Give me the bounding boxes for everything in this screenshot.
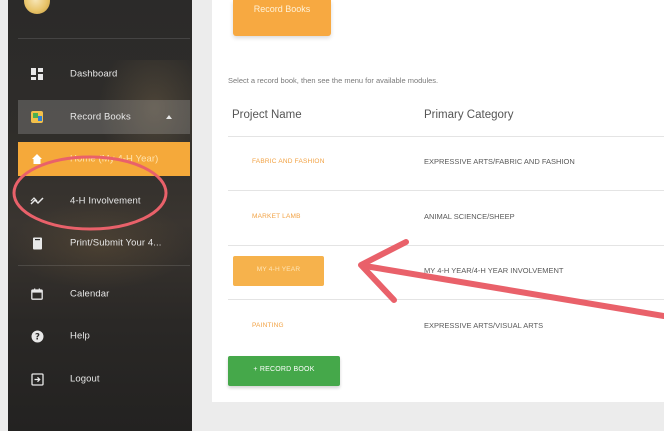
- record-books-button[interactable]: Record Books: [233, 0, 331, 36]
- avatar[interactable]: [24, 0, 50, 14]
- column-header-primary-category[interactable]: Primary Category: [424, 109, 513, 121]
- sidebar-item-logout[interactable]: Logout: [18, 362, 190, 396]
- sidebar-item-calendar[interactable]: Calendar: [18, 277, 190, 311]
- table-row-category: EXPRESSIVE ARTS/VISUAL ARTS: [424, 321, 544, 330]
- calendar-icon: [30, 287, 44, 301]
- sidebar-item-label: Dashboard: [70, 68, 118, 80]
- sidebar-item-label: Calendar: [70, 288, 110, 300]
- table-row-project-selected[interactable]: MY 4-H YEAR: [233, 256, 324, 286]
- app-screenshot: Dashboard Record Books Home (My 4-H Year…: [0, 0, 664, 431]
- sidebar-item-involvement[interactable]: 4-H Involvement: [18, 184, 190, 218]
- sidebar-divider: [18, 265, 190, 266]
- sidebar-item-home[interactable]: Home (My 4-H Year): [18, 142, 190, 176]
- sidebar-item-record-books[interactable]: Record Books: [18, 100, 190, 134]
- sidebar-item-label: 4-H Involvement: [70, 195, 141, 207]
- row-divider: [228, 136, 664, 137]
- sidebar: Dashboard Record Books Home (My 4-H Year…: [8, 0, 192, 431]
- logout-icon: [30, 372, 44, 386]
- sidebar-item-label: Print/Submit Your 4...: [70, 237, 162, 249]
- table-row-project[interactable]: FABRIC AND FASHION: [252, 158, 325, 165]
- add-record-book-label: + RECORD BOOK: [253, 366, 315, 373]
- table-row-category: EXPRESSIVE ARTS/FABRIC AND FASHION: [424, 157, 575, 166]
- column-header-project-name[interactable]: Project Name: [232, 109, 302, 121]
- help-icon: ?: [30, 329, 44, 343]
- table-row-category: ANIMAL SCIENCE/SHEEP: [424, 212, 515, 221]
- table-row-category: MY 4-H YEAR/4-H YEAR INVOLVEMENT: [424, 266, 564, 275]
- sidebar-item-print-submit[interactable]: Print/Submit Your 4...: [18, 226, 190, 260]
- row-divider: [228, 299, 664, 300]
- home-icon: [30, 152, 44, 166]
- sidebar-divider: [18, 38, 190, 39]
- table-row-project: MY 4-H YEAR: [256, 266, 301, 273]
- row-divider: [228, 190, 664, 191]
- sidebar-item-dashboard[interactable]: Dashboard: [18, 57, 190, 91]
- record-books-button-label: Record Books: [253, 4, 311, 14]
- sidebar-item-label: Help: [70, 330, 90, 342]
- sidebar-item-help[interactable]: ? Help: [18, 319, 190, 353]
- table-row-project[interactable]: MARKET LAMB: [252, 213, 301, 220]
- book-icon: [30, 236, 44, 250]
- trend-icon: [30, 194, 44, 208]
- svg-text:?: ?: [35, 332, 40, 342]
- instructions-text: Select a record book, then see the menu …: [228, 76, 439, 85]
- main-content-panel: [212, 0, 664, 402]
- sidebar-item-label: Logout: [70, 373, 100, 385]
- chevron-up-icon: [166, 115, 172, 119]
- record-book-icon: [30, 110, 44, 124]
- sidebar-item-label: Home (My 4-H Year): [70, 153, 159, 165]
- row-divider: [228, 245, 664, 246]
- sidebar-item-label: Record Books: [70, 111, 131, 123]
- table-row-project[interactable]: PAINTING: [252, 322, 284, 329]
- add-record-book-button[interactable]: + RECORD BOOK: [228, 356, 340, 386]
- dashboard-icon: [30, 67, 44, 81]
